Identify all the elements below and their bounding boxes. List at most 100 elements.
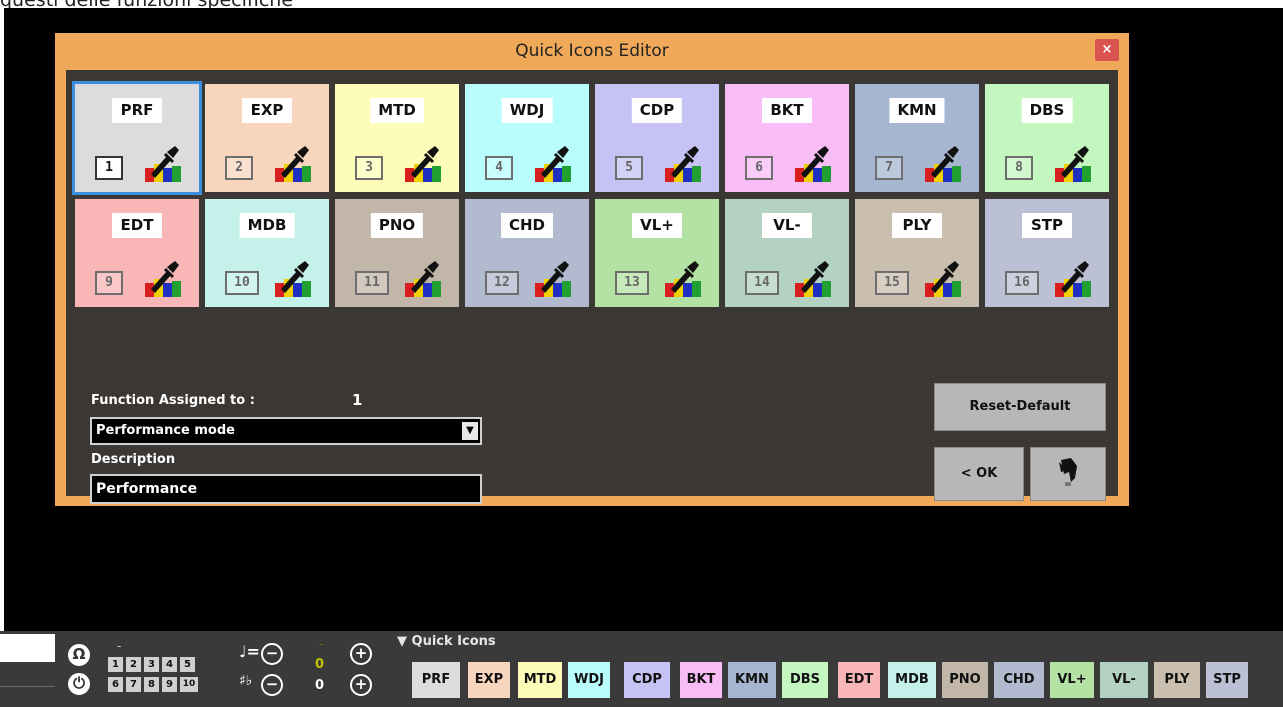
quick-icon-button[interactable]: CDP [624,662,670,698]
undo-button[interactable] [1030,447,1106,501]
power-icon[interactable]: ⏻ [68,673,90,695]
tile-label: VL- [762,213,812,238]
tile-label: EDT [112,213,162,238]
quick-icon-button[interactable]: VL+ [1050,662,1094,698]
headphone-icon[interactable]: Ω [68,644,90,666]
icon-tile[interactable]: CHD 12 [465,199,589,307]
icon-tile[interactable]: PNO 11 [335,199,459,307]
quick-icon-button[interactable]: MTD [518,662,562,698]
icon-tile[interactable]: PRF 1 [72,81,202,195]
color-picker-icon[interactable] [665,144,701,182]
tile-number: 8 [1005,156,1033,180]
function-assigned-value: 1 [352,391,363,409]
icon-tile[interactable]: PLY 15 [855,199,979,307]
quick-icon-button[interactable]: EDT [838,662,880,698]
icon-tile[interactable]: DBS 8 [985,84,1109,192]
description-field[interactable]: Performance [90,474,482,504]
quick-icon-button[interactable]: KMN [728,662,776,698]
tile-number: 11 [355,271,389,295]
mini-key[interactable]: 8 [144,677,159,692]
close-button[interactable]: × [1095,39,1119,61]
mini-key[interactable]: 3 [144,657,159,672]
tempo-minus-button[interactable]: − [261,643,283,665]
mini-key[interactable]: 4 [162,657,177,672]
color-picker-icon[interactable] [1055,144,1091,182]
icon-tile[interactable]: BKT 6 [725,84,849,192]
mini-key[interactable]: 2 [126,657,141,672]
color-picker-icon[interactable] [145,259,181,297]
mini-key[interactable]: 9 [162,677,177,692]
color-picker-icon[interactable] [925,144,961,182]
color-picker-icon[interactable] [535,144,571,182]
quick-icon-button[interactable]: CHD [994,662,1044,698]
icon-tile[interactable]: STP 16 [985,199,1109,307]
color-picker-icon[interactable] [925,259,961,297]
mini-key[interactable]: 1 [108,657,123,672]
color-picker-icon[interactable] [795,259,831,297]
icon-tile[interactable]: MTD 3 [335,84,459,192]
mini-key[interactable]: 10 [180,677,198,692]
chevron-down-icon[interactable]: ▼ [462,422,478,440]
icon-tile[interactable]: WDJ 4 [465,84,589,192]
quick-icon-button[interactable]: STP [1206,662,1248,698]
color-picker-icon[interactable] [275,144,311,182]
description-label: Description [91,452,176,467]
tile-label: PLY [892,213,942,238]
icon-tile[interactable]: EDT 9 [75,199,199,307]
tile-label: PNO [370,213,424,238]
tile-number: 12 [485,271,519,295]
tile-label: BKT [762,98,812,123]
tempo-plus-button[interactable]: + [350,643,372,665]
quick-icon-button[interactable]: PRF [412,662,460,698]
icon-tile[interactable]: EXP 2 [205,84,329,192]
dialog-title: Quick Icons Editor [515,41,669,61]
transpose-minus-button[interactable]: − [261,674,283,696]
icon-tile[interactable]: MDB 10 [205,199,329,307]
color-picker-icon[interactable] [1055,259,1091,297]
quick-icon-button[interactable]: DBS [782,662,828,698]
quick-icons-header[interactable]: ▼ Quick Icons [397,634,496,649]
color-picker-icon[interactable] [535,259,571,297]
tile-number: 4 [485,156,513,180]
reset-default-button[interactable]: Reset-Default [934,383,1106,431]
tile-number: 9 [95,271,123,295]
color-picker-icon[interactable] [665,259,701,297]
function-select[interactable]: Performance mode ▼ [90,417,482,445]
mini-key[interactable]: 6 [108,677,123,692]
tile-label: DBS [1021,98,1073,123]
tempo-icon: ♩= [239,642,260,661]
tile-number: 15 [875,271,909,295]
tile-number: 6 [745,156,773,180]
tile-number: 16 [1005,271,1039,295]
tile-label: KMN [889,98,945,123]
quick-icon-button[interactable]: PLY [1154,662,1200,698]
tile-label: MTD [370,98,424,123]
tile-label: STP [1022,213,1072,238]
color-picker-icon[interactable] [405,259,441,297]
tempo-dash: - [319,637,324,651]
undo-arrow-icon [1059,458,1077,486]
color-picker-icon[interactable] [405,144,441,182]
function-select-value: Performance mode [96,423,235,438]
quick-icon-button[interactable]: WDJ [568,662,610,698]
color-picker-icon[interactable] [795,144,831,182]
quick-icon-button[interactable]: VL- [1100,662,1148,698]
color-picker-icon[interactable] [275,259,311,297]
mini-key[interactable]: 5 [180,657,195,672]
color-picker-icon[interactable] [145,144,181,182]
quick-icon-button[interactable]: MDB [888,662,936,698]
icon-tile[interactable]: CDP 5 [595,84,719,192]
quick-icon-button[interactable]: PNO [942,662,988,698]
toolbar-blank-panel [0,634,55,662]
ok-button[interactable]: < OK [934,447,1024,501]
tile-label: CDP [631,98,683,123]
quick-icon-button[interactable]: BKT [680,662,722,698]
icon-tile[interactable]: VL+ 13 [595,199,719,307]
transpose-plus-button[interactable]: + [350,674,372,696]
icon-tile[interactable]: VL- 14 [725,199,849,307]
quick-icon-button[interactable]: EXP [468,662,510,698]
tile-number: 10 [225,271,259,295]
mini-key[interactable]: 7 [126,677,141,692]
icon-tile[interactable]: KMN 7 [855,84,979,192]
function-assigned-label: Function Assigned to : [91,393,255,408]
